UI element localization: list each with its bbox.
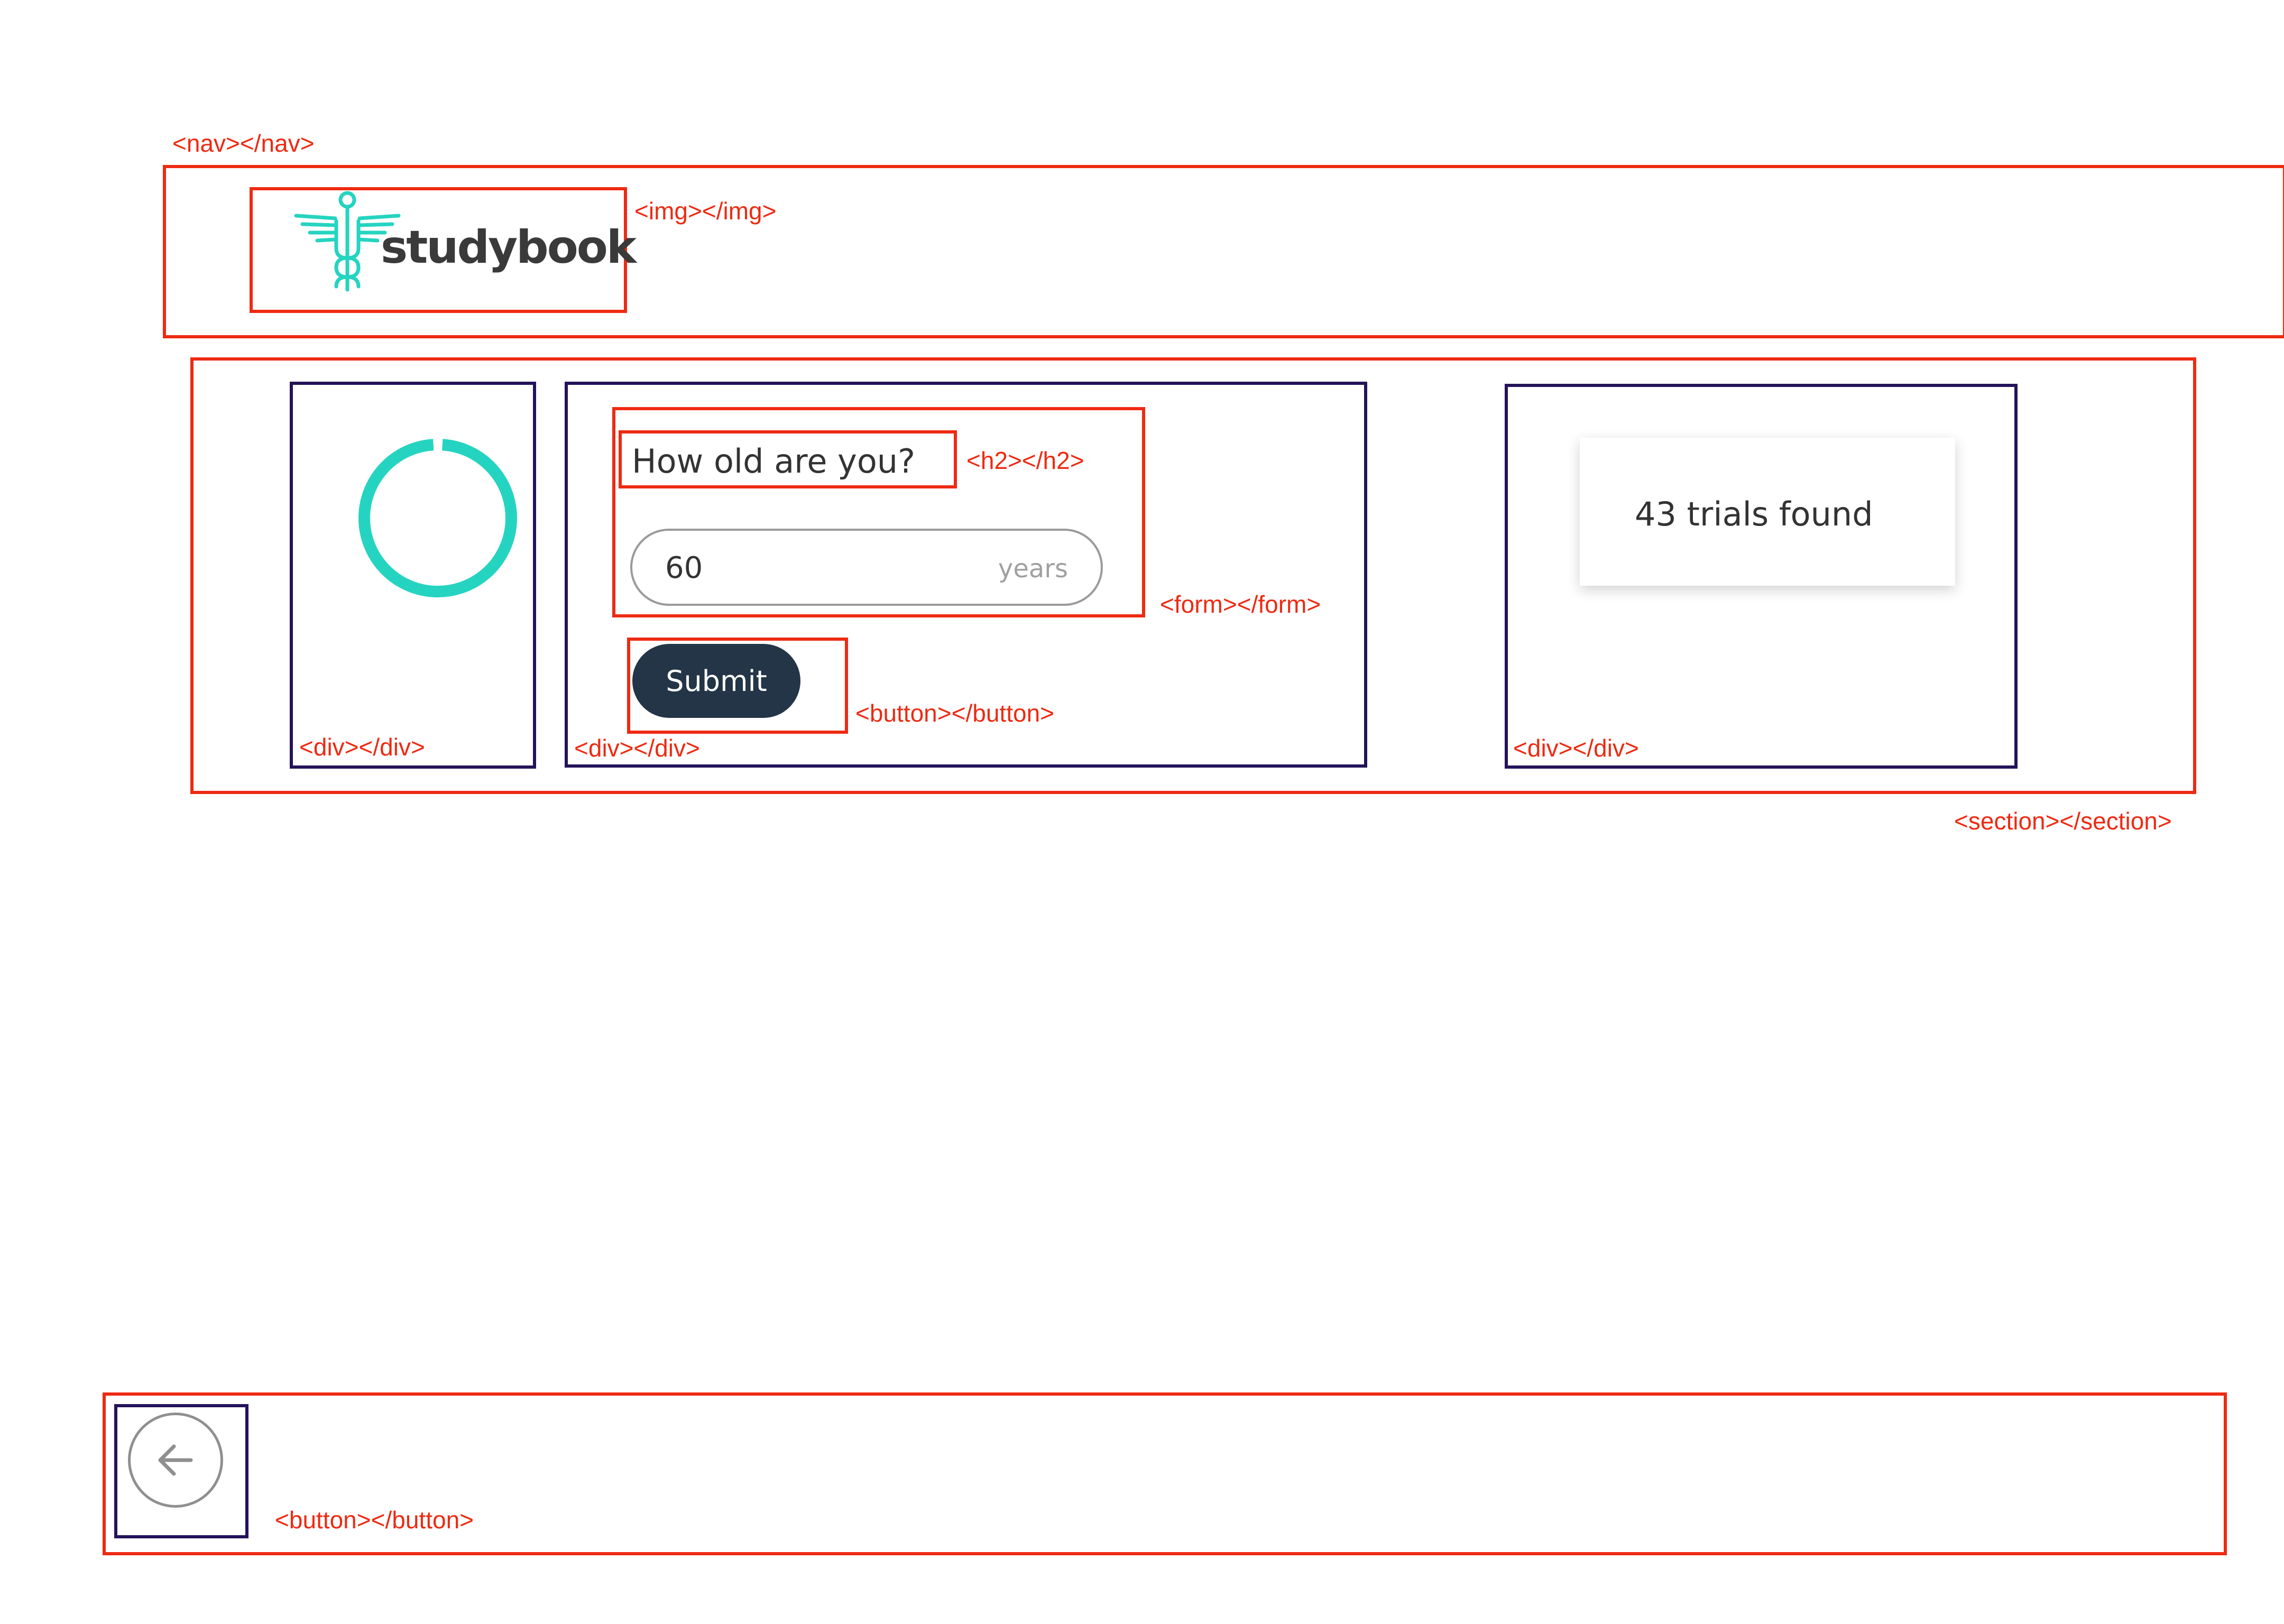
img-tag-label: <img></img>: [634, 197, 777, 225]
age-unit-label: years: [998, 554, 1068, 584]
trials-card: 43 trials found: [1580, 438, 1955, 586]
nav-tag-label: <nav></nav>: [172, 130, 315, 157]
results-div-tag-label: <div></div>: [1513, 734, 1639, 762]
question-heading: How old are you?: [632, 442, 915, 481]
arrow-left-icon: [158, 1444, 193, 1476]
trials-count: 43 trials found: [1635, 495, 1873, 533]
age-input[interactable]: 60 years: [630, 529, 1103, 606]
back-button[interactable]: [128, 1413, 223, 1508]
h2-tag-label: <h2></h2>: [966, 447, 1084, 474]
button-tag-label: <button></button>: [855, 699, 1055, 727]
section-tag-label: <section></section>: [1954, 807, 2172, 835]
progress-div-tag-label: <div></div>: [299, 733, 425, 761]
question-div-tag-label: <div></div>: [574, 734, 700, 762]
logo-wordmark: studybook: [381, 221, 637, 274]
submit-button[interactable]: Submit: [632, 644, 800, 718]
form-tag-label: <form></form>: [1160, 590, 1321, 618]
progress-ring: [358, 438, 517, 597]
age-input-value: 60: [665, 551, 703, 585]
back-button-tag-label: <button></button>: [275, 1506, 474, 1534]
progress-arc: [358, 438, 517, 597]
